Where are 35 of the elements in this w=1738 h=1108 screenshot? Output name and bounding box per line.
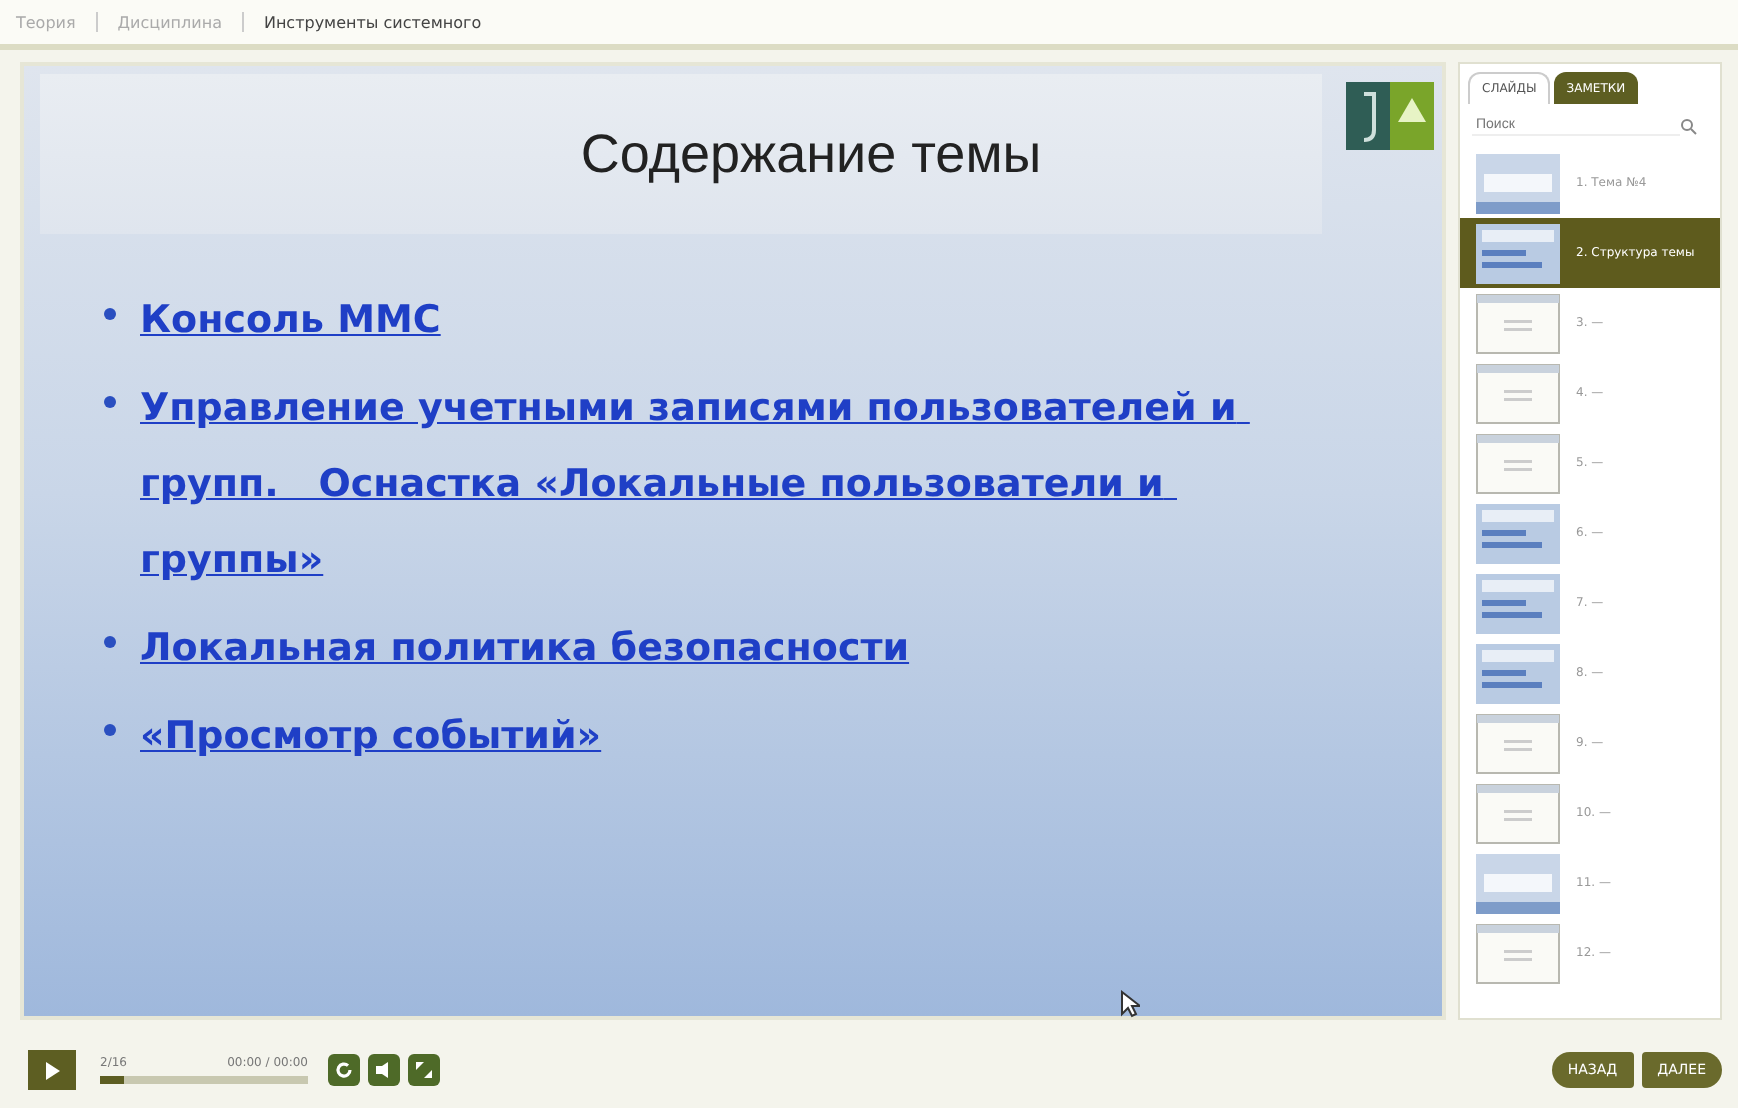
pointer-icon bbox=[1120, 990, 1140, 1018]
slide-thumbnail bbox=[1476, 573, 1560, 633]
topic-link[interactable]: Управление учетными записями пользователей и групп. Оснастка «Локальные пользователи и группы» bbox=[140, 370, 1284, 598]
topic-link[interactable]: «Просмотр событий» bbox=[140, 698, 602, 774]
speaker-icon bbox=[374, 1060, 394, 1080]
logo-icon bbox=[1346, 78, 1434, 154]
breadcrumb-link[interactable]: Теория bbox=[16, 13, 76, 31]
replay-button[interactable] bbox=[328, 1054, 360, 1086]
slide-thumbnail bbox=[1476, 783, 1560, 843]
slide-thumbnail bbox=[1476, 363, 1560, 423]
replay-icon bbox=[334, 1060, 354, 1080]
bullet-icon bbox=[104, 724, 116, 736]
slide-thumbnail bbox=[1476, 293, 1560, 353]
search-icon bbox=[1680, 117, 1698, 135]
slide-thumbnail bbox=[1476, 223, 1560, 283]
slide-thumbnail bbox=[1476, 503, 1560, 563]
slide-thumbnail bbox=[1476, 923, 1560, 983]
fullscreen-button[interactable] bbox=[408, 1054, 440, 1086]
bullet-icon bbox=[104, 636, 116, 648]
expand-icon bbox=[414, 1060, 434, 1080]
slide-thumbnail bbox=[1476, 643, 1560, 703]
bullet-icon bbox=[104, 396, 116, 408]
slide-title: Содержание темы bbox=[578, 123, 1042, 185]
slide-thumbnail bbox=[1476, 713, 1560, 773]
breadcrumb-link[interactable]: Дисциплина bbox=[117, 13, 222, 31]
play-button[interactable] bbox=[28, 1050, 76, 1090]
slide-thumbnail bbox=[1476, 433, 1560, 493]
play-icon bbox=[45, 1061, 59, 1079]
slide-thumbnail bbox=[1476, 853, 1560, 913]
topic-link[interactable]: Консоль ММС bbox=[140, 282, 441, 358]
bullet-icon bbox=[104, 308, 116, 320]
breadcrumb-link[interactable]: Инструменты системного bbox=[263, 13, 482, 31]
audio-button[interactable] bbox=[368, 1054, 400, 1086]
slide-thumbnail bbox=[1476, 153, 1560, 213]
topic-link[interactable]: Локальная политика безопасности bbox=[140, 610, 910, 686]
